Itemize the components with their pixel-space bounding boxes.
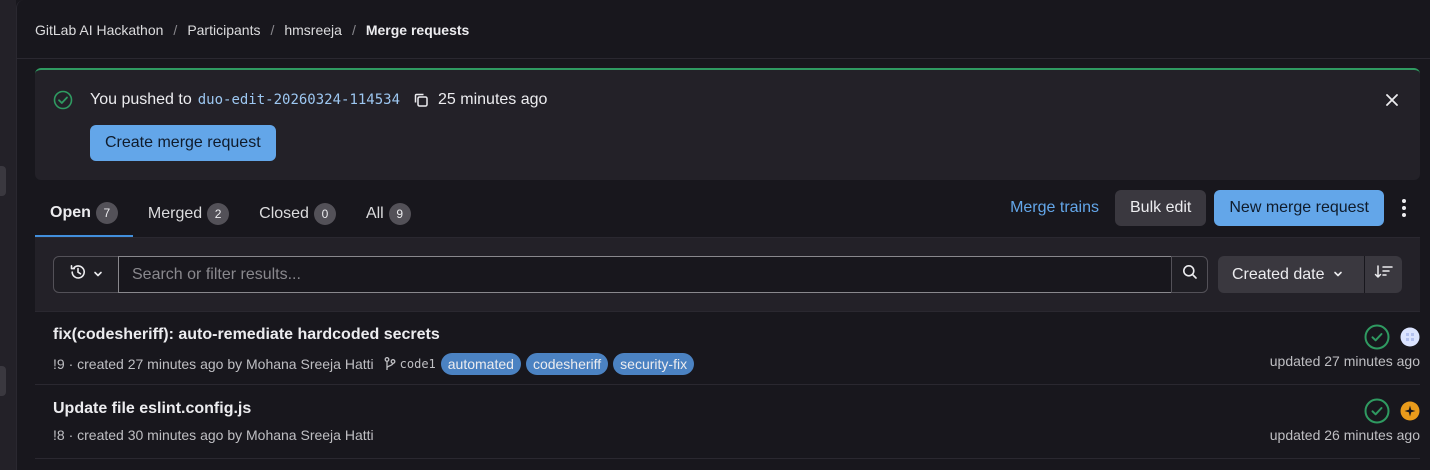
- duo-icon[interactable]: [1400, 401, 1420, 426]
- divider: [17, 58, 1430, 59]
- sort-descending-icon: [1374, 264, 1394, 285]
- pipeline-passed-icon[interactable]: [1364, 398, 1390, 429]
- close-icon[interactable]: [1382, 90, 1402, 110]
- tab-label: Closed: [259, 204, 309, 222]
- sort-direction-button[interactable]: [1364, 256, 1402, 293]
- breadcrumb-item[interactable]: Participants: [187, 22, 260, 38]
- pipeline-passed-icon[interactable]: [1364, 324, 1390, 355]
- search-placeholder: Search or filter results...: [132, 265, 301, 283]
- search-input[interactable]: Search or filter results...: [118, 256, 1172, 293]
- mr-status: [1364, 398, 1420, 429]
- more-actions-icon[interactable]: [1396, 190, 1412, 226]
- mr-state-tabs: Open 7 Merged 2 Closed 0 All 9: [35, 190, 426, 238]
- tab-open[interactable]: Open 7: [35, 190, 133, 237]
- search-icon: [1182, 264, 1198, 285]
- breadcrumb-current[interactable]: Merge requests: [366, 22, 469, 38]
- label-badge[interactable]: automated: [440, 353, 521, 375]
- tab-label: Merged: [147, 204, 203, 222]
- branch-icon: [384, 357, 396, 371]
- chevron-down-icon: [1333, 266, 1343, 284]
- breadcrumb-item[interactable]: GitLab AI Hackathon: [35, 22, 163, 38]
- breadcrumb-separator: /: [173, 22, 178, 38]
- tab-count-badge: 0: [313, 202, 336, 225]
- alert-time: 25 minutes ago: [438, 91, 548, 108]
- mr-updated-time: updated 26 minutes ago: [1269, 427, 1420, 443]
- tab-count-badge: 2: [207, 202, 230, 225]
- merge-request-row: Update file eslint.config.js !8 · create…: [35, 386, 1420, 459]
- tab-label: Open: [50, 203, 91, 221]
- tab-count-badge: 7: [95, 201, 118, 224]
- search-button[interactable]: [1171, 256, 1208, 293]
- mr-meta-text: !8 · created 30 minutes ago by Mohana Sr…: [53, 427, 374, 443]
- history-icon: [69, 263, 87, 286]
- new-merge-request-button[interactable]: New merge request: [1214, 190, 1384, 226]
- create-merge-request-button[interactable]: Create merge request: [90, 125, 276, 161]
- avatar-icon[interactable]: [1400, 327, 1420, 352]
- mr-updated-time: updated 27 minutes ago: [1269, 353, 1420, 369]
- alert-message: You pushed to duo-edit-20260324-114534 2…: [90, 91, 547, 109]
- filter-bar: Search or filter results... Created date: [35, 238, 1420, 312]
- copy-icon[interactable]: [412, 91, 430, 109]
- main-content: GitLab AI Hackathon / Participants / hms…: [16, 0, 1430, 470]
- chevron-down-icon: [93, 266, 103, 284]
- breadcrumb-item[interactable]: hmsreeja: [284, 22, 342, 38]
- breadcrumb-separator: /: [351, 22, 356, 38]
- mr-meta: !8 · created 30 minutes ago by Mohana Sr…: [53, 427, 374, 443]
- push-alert: You pushed to duo-edit-20260324-114534 2…: [35, 68, 1420, 180]
- list-actions: Merge trains Bulk edit New merge request: [1010, 190, 1412, 226]
- check-circle-icon: [53, 90, 73, 110]
- sidebar-collapsed-item[interactable]: [0, 166, 6, 196]
- mr-branch-name[interactable]: code1: [400, 357, 436, 371]
- tab-label: All: [365, 204, 384, 222]
- sort-dropdown[interactable]: Created date: [1218, 256, 1364, 293]
- left-sidebar-rail: [0, 0, 16, 470]
- label-badge[interactable]: codesheriff: [525, 353, 609, 375]
- tab-merged[interactable]: Merged 2: [133, 190, 244, 237]
- tab-count-badge: 9: [388, 202, 411, 225]
- breadcrumb-separator: /: [270, 22, 275, 38]
- merge-request-row: fix(codesheriff): auto-remediate hardcod…: [35, 312, 1420, 385]
- sort-label: Created date: [1232, 265, 1325, 283]
- mr-meta-text: !9 · created 27 minutes ago by Mohana Sr…: [53, 356, 374, 372]
- label-badge[interactable]: security-fix: [613, 353, 695, 375]
- recent-searches-button[interactable]: [53, 256, 119, 293]
- tab-all[interactable]: All 9: [351, 190, 426, 237]
- mr-title-link[interactable]: Update file eslint.config.js: [53, 400, 251, 418]
- bulk-edit-button[interactable]: Bulk edit: [1115, 190, 1207, 226]
- merge-trains-link[interactable]: Merge trains: [1010, 199, 1099, 217]
- breadcrumb: GitLab AI Hackathon / Participants / hms…: [35, 22, 469, 38]
- alert-branch-name[interactable]: duo-edit-20260324-114534: [198, 92, 400, 108]
- mr-title-link[interactable]: fix(codesheriff): auto-remediate hardcod…: [53, 326, 440, 344]
- tab-closed[interactable]: Closed 0: [244, 190, 351, 237]
- alert-prefix: You pushed to: [90, 91, 192, 108]
- mr-status: [1364, 324, 1420, 355]
- mr-meta: !9 · created 27 minutes ago by Mohana Sr…: [53, 353, 695, 375]
- sidebar-collapsed-item[interactable]: [0, 366, 6, 396]
